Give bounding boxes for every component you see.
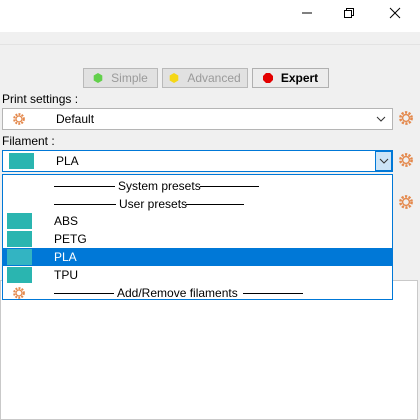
dropdown-item-pla[interactable]: PLA (3, 248, 392, 266)
close-button[interactable] (372, 0, 418, 26)
restore-icon (344, 8, 354, 18)
simple-mode-button[interactable]: Simple (83, 68, 158, 88)
close-icon (389, 7, 401, 19)
minimize-button[interactable] (284, 0, 330, 26)
maximize-button[interactable] (326, 0, 372, 26)
simple-mode-icon (93, 73, 103, 83)
dropdown-item-label: PLA (54, 250, 77, 264)
minimize-icon (302, 12, 312, 14)
abs-color-swatch (7, 213, 32, 229)
filament-value: PLA (56, 154, 79, 168)
expert-mode-label: Expert (280, 71, 319, 85)
expert-mode-icon (262, 73, 273, 83)
filament-combo[interactable]: PLA (2, 150, 393, 172)
add-remove-filaments-label: Add/Remove filaments (117, 286, 238, 300)
user-presets-separator: User presets (3, 195, 392, 213)
system-presets-separator: System presets (3, 177, 392, 195)
filament-dropdown: System presets User presets ABS PETG PLA… (2, 174, 393, 300)
print-settings-value: Default (56, 112, 95, 126)
advanced-mode-label: Advanced (187, 71, 241, 85)
expert-mode-button[interactable]: Expert (252, 68, 329, 88)
petg-color-swatch (7, 231, 32, 247)
advanced-mode-icon (170, 73, 179, 83)
print-settings-edit-gear-icon[interactable] (398, 110, 414, 126)
dropdown-item-label: TPU (54, 268, 78, 282)
advanced-mode-button[interactable]: Advanced (162, 68, 248, 88)
filament-edit-gear-icon[interactable] (398, 152, 414, 168)
chevron-down-icon[interactable] (375, 151, 392, 171)
divider (0, 44, 420, 45)
print-settings-combo[interactable]: Default (2, 108, 393, 130)
dropdown-item-label: PETG (54, 232, 87, 246)
simple-mode-label: Simple (111, 71, 148, 85)
dropdown-item-abs[interactable]: ABS (3, 212, 392, 230)
printer-edit-gear-icon[interactable] (398, 194, 414, 210)
print-settings-gear-icon (13, 113, 25, 125)
dropdown-item-label: ABS (54, 214, 79, 228)
print-settings-label: Print settings : (2, 92, 79, 106)
pla-color-swatch (7, 249, 32, 265)
dropdown-item-tpu[interactable]: TPU (3, 266, 392, 284)
add-remove-gear-icon (13, 287, 25, 299)
filament-label: Filament : (2, 134, 55, 148)
title-bar (0, 0, 420, 32)
filament-color-swatch (9, 153, 34, 169)
system-presets-label: System presets (118, 179, 201, 193)
dropdown-item-petg[interactable]: PETG (3, 230, 392, 248)
chevron-down-icon[interactable] (373, 111, 389, 127)
tpu-color-swatch (7, 267, 32, 283)
user-presets-label: User presets (119, 197, 188, 211)
add-remove-filaments-item[interactable]: Add/Remove filaments (3, 284, 392, 302)
